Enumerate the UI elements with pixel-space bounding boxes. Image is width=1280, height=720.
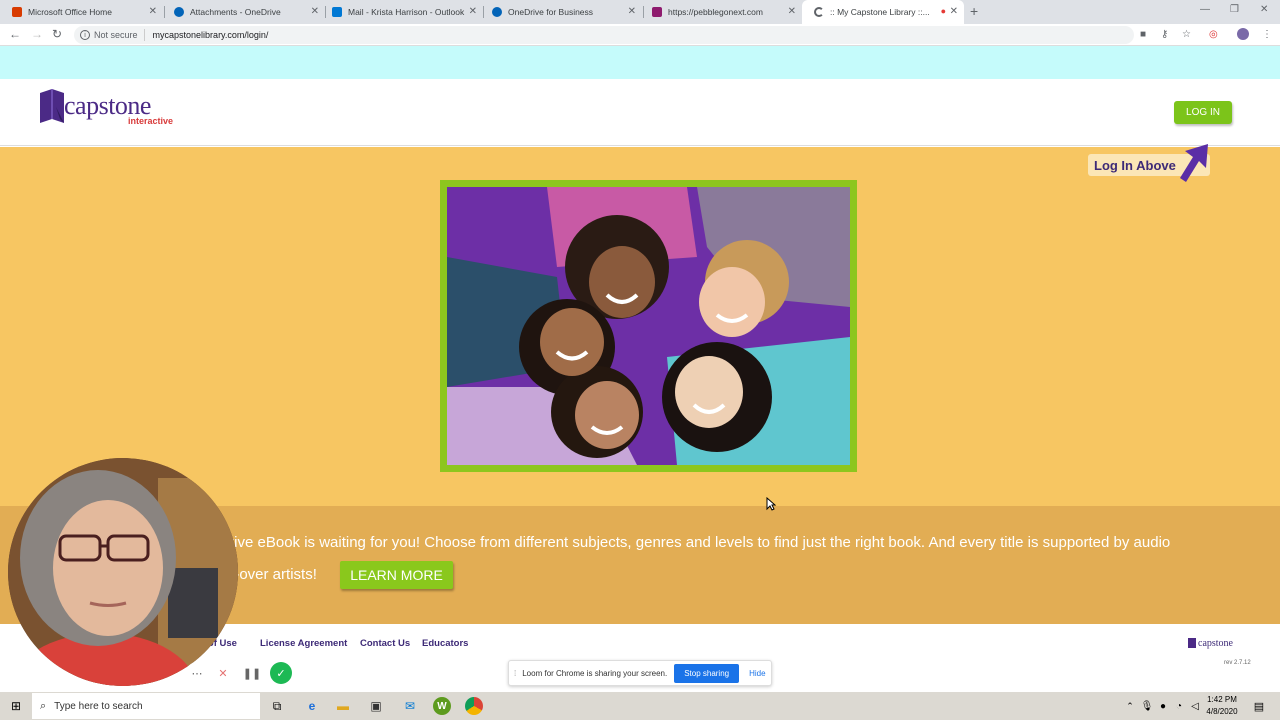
tab-outlook-mail[interactable]: Mail - Krista Harrison - Outlook ✕ [320,0,483,24]
extension-icon[interactable]: ◎ [1209,29,1218,40]
onedrive-icon [492,7,502,17]
security-label: Not secure [94,30,138,40]
outlook-icon [332,7,342,17]
tab-onedrive-business[interactable]: OneDrive for Business ✕ [480,0,642,24]
close-icon[interactable]: ✕ [950,6,958,17]
windows-start-icon[interactable]: ⊞ [7,697,25,715]
forward-icon[interactable]: → [31,27,43,41]
star-icon[interactable]: ☆ [1182,29,1191,40]
notification-icon[interactable]: ▤ [1250,697,1268,715]
new-tab-icon[interactable]: + [970,3,978,19]
log-in-button[interactable]: LOG IN [1174,101,1232,124]
tab-title: https://pebblegonext.com [668,7,763,17]
tab-office-home[interactable]: Microsoft Office Home ✕ [0,0,163,24]
recording-icon: ● [940,6,946,16]
taskbar-search[interactable]: ⌕ Type here to search [32,693,260,719]
loading-icon [814,7,824,17]
tab-pebblego[interactable]: https://pebblegonext.com ✕ [640,0,802,24]
task-view-icon[interactable]: ⧉ [268,697,286,715]
webcam-bubble[interactable] [8,458,238,686]
close-icon[interactable]: ✕ [149,6,157,17]
chevron-up-icon[interactable]: ⌃ [1121,697,1139,715]
tab-capstone-library[interactable]: :: My Capstone Library ::... ● ✕ [802,0,964,24]
camera-icon[interactable]: ■ [1140,29,1146,40]
profile-avatar[interactable] [1237,28,1249,40]
logo-sub: interactive [128,116,174,126]
promo-text-line2: e-over artists! [226,566,317,583]
app-w-icon[interactable]: W [433,697,451,715]
site-header: capstone interactive LOG IN [0,79,1280,146]
learn-more-button[interactable]: LEARN MORE [340,561,453,589]
edge-icon[interactable]: e [303,697,321,715]
maximize-icon[interactable]: ❐ [1230,4,1239,15]
top-banner [0,46,1280,79]
clock-time: 1:42 PM [1207,695,1237,704]
mouse-cursor-icon [766,497,776,511]
onedrive-icon [174,7,184,17]
minimize-icon[interactable]: — [1200,4,1210,15]
store-icon[interactable]: ▣ [367,697,385,715]
key-icon[interactable]: ⚷ [1161,29,1168,40]
cancel-recording-icon[interactable]: ✕ [212,662,234,684]
url-text[interactable]: mycapstonelibrary.com/login/ [153,30,269,40]
version-label: rev 2.7.12 [1224,660,1251,666]
loom-sharing-bar: ⁞ Loom for Chrome is sharing your screen… [508,660,772,686]
capstone-logo[interactable]: capstone interactive [38,89,188,129]
info-icon[interactable]: i [80,30,90,40]
tab-title: Microsoft Office Home [28,7,112,17]
stop-sharing-button[interactable]: Stop sharing [674,663,740,683]
pause-icon[interactable]: ❚❚ [241,662,263,684]
close-window-icon[interactable]: ✕ [1260,4,1268,15]
search-placeholder: Type here to search [54,700,143,712]
reload-icon[interactable]: ↻ [52,27,62,41]
clock-date: 4/8/2020 [1206,707,1238,716]
footer-link-educators[interactable]: Educators [422,638,468,649]
hide-button[interactable]: Hide [749,669,765,678]
tab-title: OneDrive for Business [508,7,594,17]
more-options-icon[interactable]: ⋯ [186,662,208,684]
close-icon[interactable]: ✕ [628,6,636,17]
arrow-up-icon [1180,144,1208,182]
footer-link-contact[interactable]: Contact Us [360,638,410,649]
close-icon[interactable]: ✕ [311,6,319,17]
close-icon[interactable]: ✕ [788,6,796,17]
footer-link-license[interactable]: License Agreement [260,638,347,649]
close-icon[interactable]: ✕ [469,6,477,17]
loom-message: Loom for Chrome is sharing your screen. [522,668,668,678]
search-icon: ⌕ [40,699,47,712]
mail-icon[interactable]: ✉ [401,697,419,715]
office-icon [12,7,22,17]
promo-text-line1: tive eBook is waiting for you! Choose fr… [230,534,1171,551]
hero-photo-frame [440,180,857,472]
menu-icon[interactable]: ⋮ [1262,29,1272,40]
webcam-feed [8,458,238,686]
footer-logo-word: capstone [1198,638,1233,649]
file-explorer-icon[interactable]: ▬ [334,697,352,715]
children-illustration [447,187,850,465]
capstone-book-icon [40,89,64,123]
omnibox[interactable]: i Not secure mycapstonelibrary.com/login… [74,26,1134,44]
tab-onedrive-attachments[interactable]: Attachments - OneDrive ✕ [162,0,325,24]
tab-title: Attachments - OneDrive [190,7,281,17]
chrome-icon[interactable] [465,697,483,715]
back-icon[interactable]: ← [9,27,21,41]
tab-title: :: My Capstone Library ::... [830,7,930,17]
tab-title: Mail - Krista Harrison - Outlook [348,7,465,17]
address-bar-row: ← → ↻ i Not secure mycapstonelibrary.com… [0,24,1280,46]
footer-logo: capstone [1188,638,1233,649]
children-photo [447,187,850,465]
capstone-book-icon [1188,638,1196,649]
browser-tab-bar: Microsoft Office Home ✕ Attachments - On… [0,0,1280,24]
drag-handle-icon[interactable]: ⁞ [514,669,516,678]
finish-recording-icon[interactable]: ✓ [270,662,292,684]
taskbar-clock[interactable]: 1:42 PM 4/8/2020 [1200,694,1244,718]
pebblego-icon [652,7,662,17]
